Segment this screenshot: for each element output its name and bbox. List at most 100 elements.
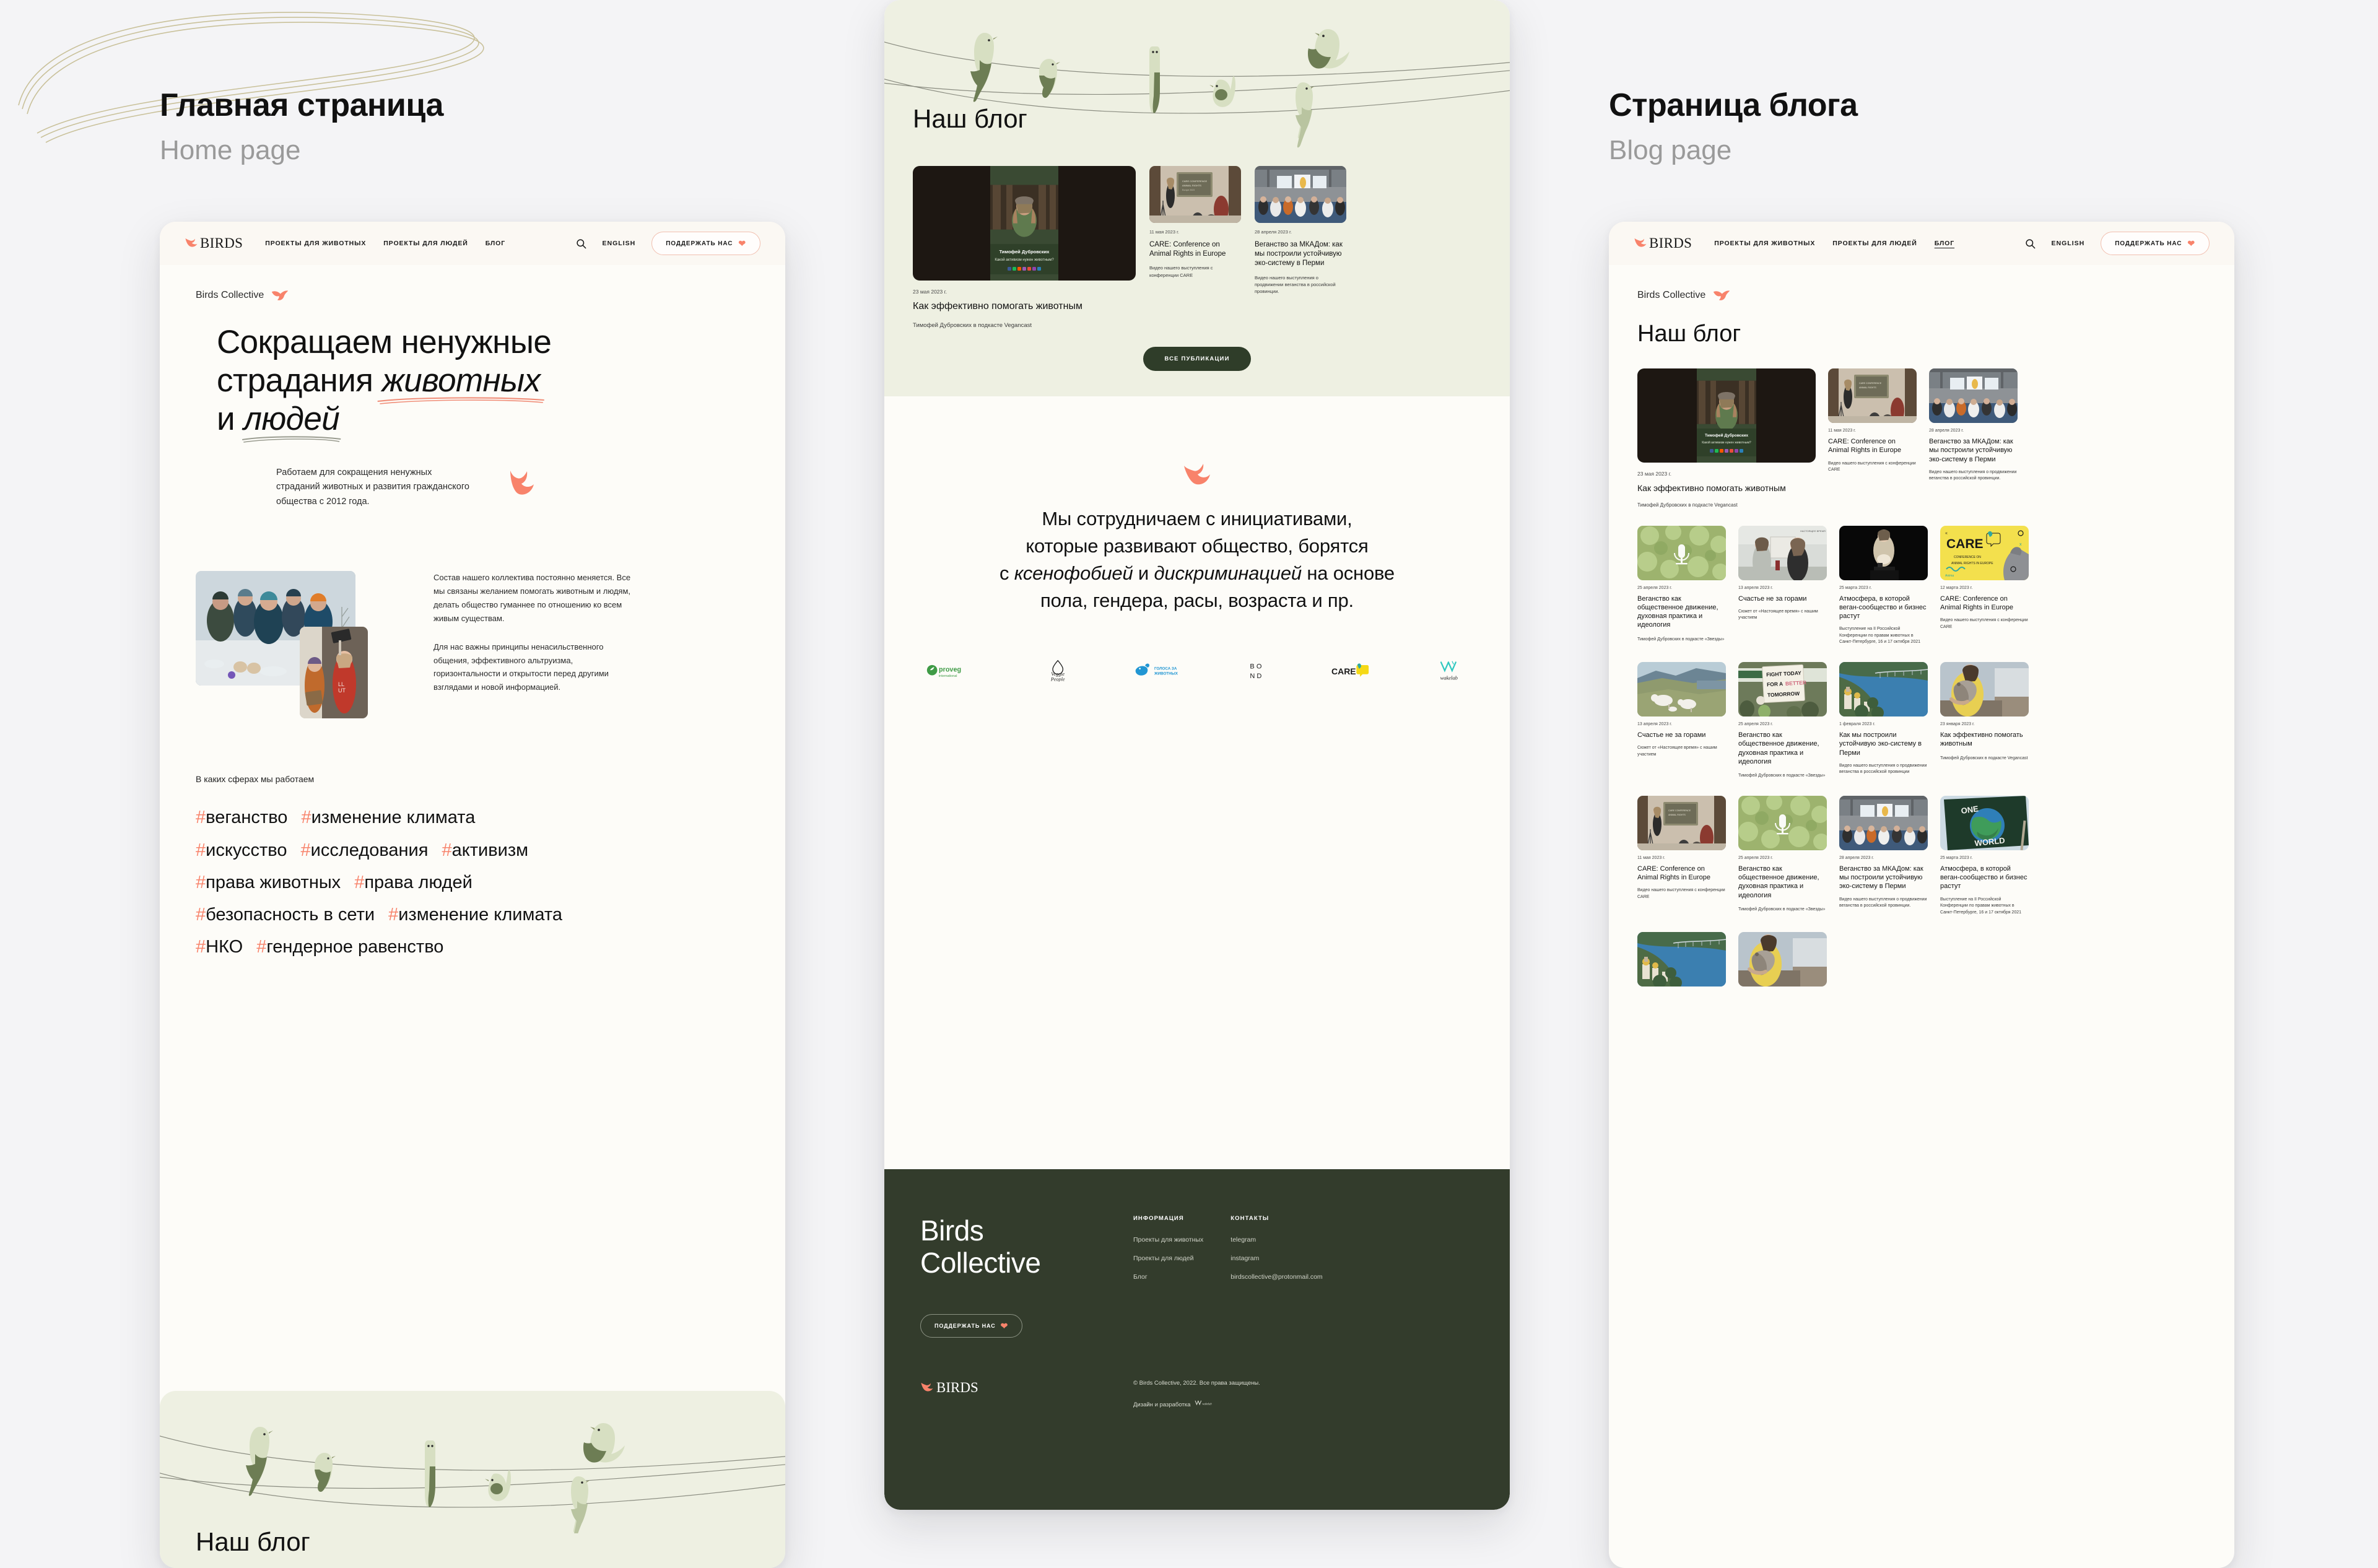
blog-card[interactable]: 25 апреля 2023 г. Веганство как обществе… (1738, 795, 1827, 916)
blog-card-featured[interactable]: Тимофей Дубровских Какой активизм нужен … (1637, 368, 1816, 510)
support-button-label: Поддержать нас (666, 240, 733, 247)
logo[interactable]: BIRDS (185, 235, 243, 251)
footer-link-email[interactable]: birdscollective@protonmail.com (1230, 1273, 1322, 1281)
tag-item[interactable]: #изменение климата (301, 806, 475, 829)
svg-text:CONFERENCE ON: CONFERENCE ON (1954, 555, 1981, 559)
collab-em-discrimination: дискриминацией (1154, 562, 1302, 585)
search-icon[interactable] (576, 238, 586, 249)
language-switch[interactable]: ENGLISH (603, 240, 636, 247)
blog-card[interactable] (1637, 932, 1726, 987)
blog-card-title: Как эффективно помогать животным (913, 301, 1082, 311)
blog-card[interactable]: 25 апреля 2023 г. Веганство как обществе… (1637, 525, 1726, 646)
page-title: Главная страница (160, 87, 443, 123)
partner-logo-golosa-za-zhivotnyh[interactable]: ГОЛОСА ЗА ЖИВОТНЫХ (1133, 656, 1190, 685)
blog-page-eyebrow-text: Birds Collective (1637, 290, 1706, 300)
blog-card[interactable]: 28 апреля 2023 г. Веганство за МКАДом: к… (1839, 795, 1928, 916)
footer-support-button[interactable]: Поддержать нас ❤ (920, 1314, 1023, 1338)
blog-card[interactable]: НАСТОЯЩЕЕ ВРЕМЯ 13 апреля 2023 г. Счасть… (1738, 525, 1827, 646)
tag-item[interactable]: #гендерное равенство (256, 936, 443, 958)
language-switch[interactable]: ENGLISH (2052, 240, 2085, 247)
nav-item-projects-people[interactable]: Проекты для людей (383, 240, 468, 247)
tag-item[interactable]: #права животных (196, 871, 341, 894)
bird-accent-icon (510, 471, 534, 495)
blog-card-desc: Сюжет от «Настоящее время» с нашим участ… (1738, 609, 1818, 621)
blog-card[interactable]: 25 марта 2023 г. Атмосфера, в которой ве… (1839, 525, 1928, 646)
svg-text:wakelab: wakelab (1440, 675, 1458, 681)
nav-item-blog[interactable]: Блог (486, 240, 505, 247)
svg-text:wakelab: wakelab (1203, 1403, 1213, 1406)
logo[interactable]: BIRDS (1634, 235, 1692, 251)
blog-card[interactable]: CARE CONFERENCE ANIMAL RIGHTS Europe 202… (1149, 166, 1241, 331)
collab-line-4: пола, гендера, расы, возраста и пр. (1040, 590, 1354, 612)
blog-card-title: Атмосфера, в которой веган-сообщество и … (1940, 865, 2027, 891)
footer-copyright: © Birds Collective, 2022. Все права защи… (1133, 1380, 1260, 1387)
svg-text:N D: N D (1250, 673, 1261, 680)
footer-link-projects-people[interactable]: Проекты для людей (1133, 1255, 1203, 1262)
tags-section: В каких сферах мы работаем #веганство #из… (160, 720, 785, 958)
blog-card[interactable]: CARE CONFERENCE ANIMAL RIGHTS 11 мая 202… (1637, 795, 1726, 916)
all-publications-button[interactable]: Все публикации (1143, 347, 1251, 371)
blog-card[interactable]: ONE WORLD 25 марта 2023 г. Атмосфера, в … (1940, 795, 2029, 916)
partner-logo-bond[interactable]: B O N D (1248, 656, 1273, 685)
tag-item[interactable]: #веганство (196, 806, 287, 829)
logo-text: BIRDS (1649, 235, 1692, 251)
podcast-cover: Тимофей Дубровских Какой активизм нужен … (990, 166, 1058, 281)
blog-thumbnail: CARE CONFERENCE ANIMAL RIGHTS Europe 202… (1149, 166, 1241, 223)
nav-item-projects-animals[interactable]: Проекты для животных (1714, 240, 1815, 247)
blog-card[interactable]: CARE CONFERENCE ANIMAL RIGHTS 11 мая 202… (1828, 368, 1917, 510)
footer-logo-text: BIRDS (936, 1380, 978, 1395)
blog-card-desc: Видео нашего выступления о продвижении в… (1929, 469, 2017, 481)
blog-page-title: Наш блог (1637, 321, 1741, 347)
footer-link-projects-animals[interactable]: Проекты для животных (1133, 1236, 1203, 1244)
tag-item[interactable]: #изменение климата (388, 904, 562, 926)
nav-item-projects-animals[interactable]: Проекты для животных (265, 240, 366, 247)
collab-em-xenophobia: ксенофобией (1014, 562, 1133, 585)
blog-card[interactable] (1738, 932, 1827, 987)
tag-item[interactable]: #искусство (196, 839, 287, 861)
footer-link-telegram[interactable]: telegram (1230, 1236, 1322, 1244)
blog-card[interactable]: 1 февраля 2023 г. Как мы построили устой… (1839, 661, 1928, 780)
support-button[interactable]: Поддержать нас ❤ (2101, 232, 2210, 255)
blog-card[interactable]: FIGHT TODAY FOR A BETTER TOMORROW 25 апр… (1738, 661, 1827, 780)
about-paragraph-2: Для нас важны принципы ненасильственного… (433, 642, 609, 692)
underline-squiggle-coral (377, 397, 544, 404)
wakelab-icon[interactable]: wakelab (1195, 1400, 1220, 1409)
blog-thumbnail (1738, 932, 1827, 987)
blog-card[interactable]: 28 апреля 2023 г. Веганство за МКАДом: к… (1255, 166, 1346, 331)
blog-card[interactable]: 23 января 2023 г. Как эффективно помогат… (1940, 661, 2029, 780)
partner-logo-proveg[interactable]: proveg international (926, 656, 983, 685)
bird-flying-icon (1714, 290, 1730, 300)
hero-section: Birds Collective Сокращаем ненужные стра… (160, 265, 785, 509)
blog-card[interactable]: 28 апреля 2023 г. Веганство за МКАДом: к… (1929, 368, 2018, 510)
footer-link-instagram[interactable]: instagram (1230, 1255, 1322, 1262)
blog-card-title: Как эффективно помогать животным (1940, 731, 2023, 748)
svg-text:CARE CONFERENCE: CARE CONFERENCE (1859, 382, 1882, 385)
partner-logo-care[interactable]: CARE (1331, 656, 1372, 685)
blog-thumbnail (1929, 368, 2018, 423)
tag-item[interactable]: #исследования (301, 839, 429, 861)
nav-item-projects-people[interactable]: Проекты для людей (1832, 240, 1917, 247)
tag-item[interactable]: #безопасность в сети (196, 904, 375, 926)
tag-item[interactable]: #активизм (442, 839, 528, 861)
hash-icon: # (256, 937, 267, 957)
bird-flying-icon (272, 290, 289, 300)
blog-card-title: Веганство за МКАДом: как мы построили ус… (1929, 438, 2013, 463)
blog-card[interactable]: 13 апреля 2023 г. Счастье не за горами С… (1637, 661, 1726, 780)
footer-logo[interactable]: BIRDS (920, 1380, 1106, 1396)
support-button[interactable]: Поддержать нас ❤ (651, 232, 760, 255)
blog-card-featured[interactable]: Тимофей Дубровских Какой активизм нужен … (913, 166, 1136, 331)
blog-card-date: 25 марта 2023 г. (1940, 855, 1973, 860)
blog-section-mockup: Наш блог Тимофей Дубровских Какой активи… (884, 0, 1510, 1510)
about-photos: LL UT (196, 571, 412, 720)
blog-card[interactable]: CARE CONFERENCE ON ANIMAL RIGHTS IN EURO… (1940, 525, 2029, 646)
hash-icon: # (196, 840, 206, 860)
tag-item[interactable]: #права людей (354, 871, 473, 894)
svg-text:CARE CONFERENCE: CARE CONFERENCE (1668, 809, 1691, 812)
search-icon[interactable] (2025, 238, 2036, 249)
partner-logo-wakelab[interactable]: wakelab (1431, 656, 1468, 685)
svg-text:ANIMAL RIGHTS: ANIMAL RIGHTS (1668, 814, 1686, 816)
footer-link-blog[interactable]: Блог (1133, 1273, 1203, 1281)
nav-item-blog[interactable]: Блог (1935, 240, 1954, 247)
tag-item[interactable]: #НКО (196, 936, 243, 958)
partner-logo-veggie-people[interactable]: Veggie People (1042, 656, 1074, 685)
